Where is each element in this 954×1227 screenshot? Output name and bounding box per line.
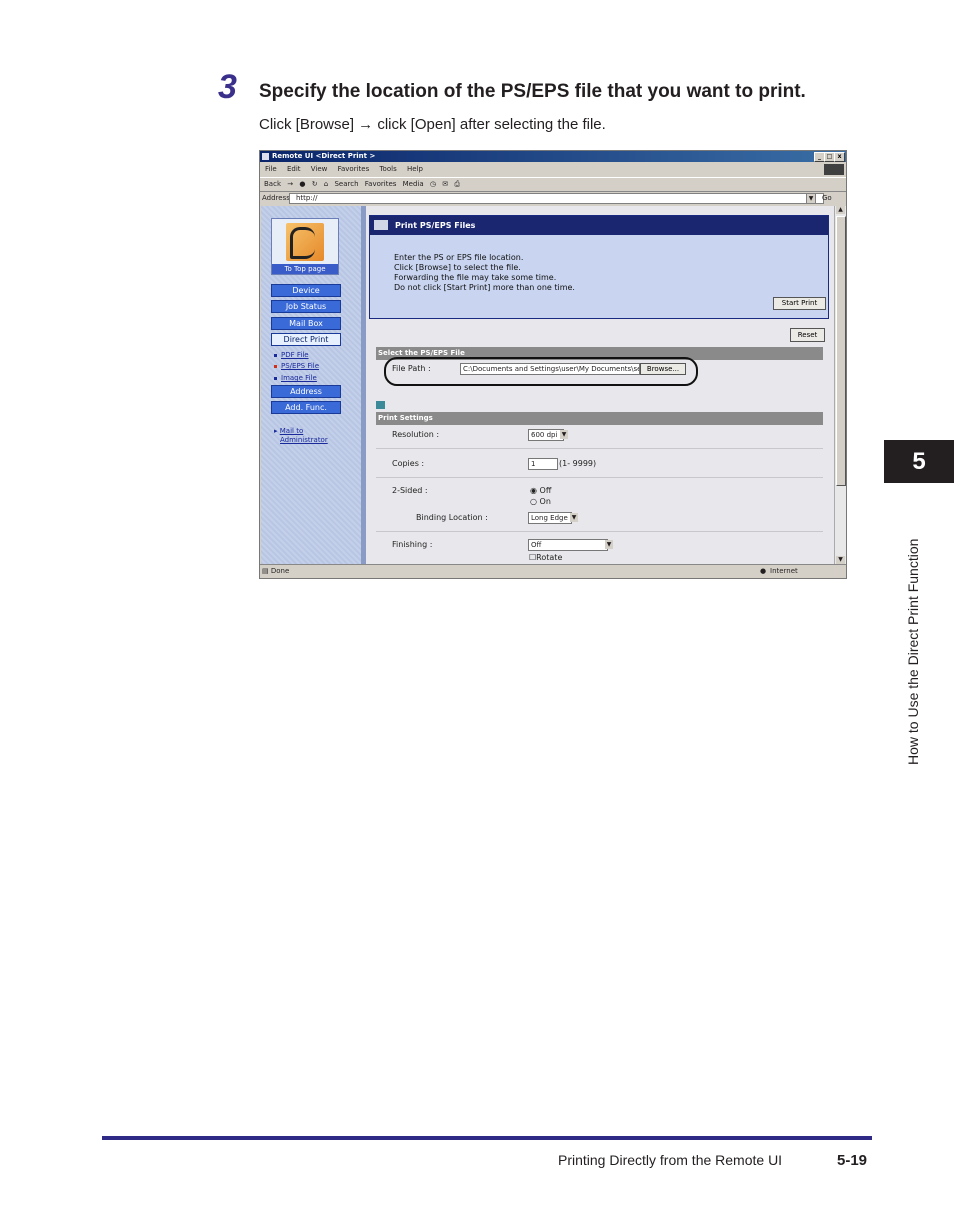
print-panel: Print PS/EPS Files Enter the PS or EPS f…	[369, 215, 829, 319]
radio-off[interactable]: ◉ Off	[530, 486, 551, 495]
page-number: 5-19	[837, 1152, 868, 1169]
finishing-label: Finishing :	[392, 540, 433, 549]
page-icon: ▤	[262, 567, 269, 575]
settings-icon	[376, 401, 385, 409]
chapter-tab: 5	[884, 440, 954, 483]
panel-instructions: Enter the PS or EPS file location. Click…	[394, 253, 575, 292]
address-label: Address	[262, 194, 290, 202]
scroll-thumb[interactable]	[836, 216, 846, 486]
menu-tools[interactable]: Tools	[379, 165, 396, 173]
step-instruction: Click [Browse] → click [Open] after sele…	[259, 116, 606, 133]
chevron-down-icon[interactable]: ▼	[605, 540, 613, 549]
mail-icon[interactable]: ✉	[442, 180, 448, 188]
finishing-select[interactable]: Off	[528, 539, 608, 551]
back-button[interactable]: Back	[264, 180, 281, 188]
print-icon[interactable]: ⎙	[454, 180, 460, 188]
browser-toolbar: Back → ● ↻ ⌂ Search Favorites Media ◷ ✉ …	[260, 177, 846, 192]
window-title: Remote UI <Direct Print >	[272, 152, 376, 160]
status-bar: ▤ Done ● Internet	[260, 564, 846, 578]
go-button[interactable]: Go	[822, 191, 832, 205]
menu-help[interactable]: Help	[407, 165, 423, 173]
top-page-link[interactable]: To Top page	[272, 264, 338, 274]
menu-view[interactable]: View	[311, 165, 328, 173]
reset-button[interactable]: Reset	[790, 328, 825, 342]
highlight-oval	[384, 357, 698, 386]
window-titlebar: Remote UI <Direct Print > _ □ x	[260, 151, 846, 162]
scroll-down-icon[interactable]: ▼	[836, 556, 845, 564]
step-title: Specify the location of the PS/EPS file …	[259, 81, 806, 102]
address-bar: Address http:// ▼ Go	[260, 191, 846, 205]
direct-print-icon	[286, 223, 324, 261]
panel-header: Print PS/EPS Files	[370, 216, 828, 235]
copies-input[interactable]: 1	[528, 458, 558, 470]
top-page-logo[interactable]: To Top page	[271, 218, 339, 275]
binding-location-label: Binding Location :	[416, 513, 488, 522]
home-icon[interactable]: ⌂	[324, 180, 328, 188]
nav-mail-box[interactable]: Mail Box	[271, 317, 341, 330]
refresh-icon[interactable]: ↻	[312, 180, 318, 188]
nav-address[interactable]: Address	[271, 385, 341, 398]
address-input[interactable]: http://	[289, 193, 824, 204]
nav-add-func[interactable]: Add. Func.	[271, 401, 341, 414]
scroll-up-icon[interactable]: ▲	[836, 206, 845, 214]
printer-icon	[374, 220, 388, 230]
forward-button[interactable]: →	[287, 180, 293, 188]
menu-favorites[interactable]: Favorites	[338, 165, 370, 173]
row-divider	[376, 477, 823, 478]
copies-range: (1- 9999)	[559, 459, 597, 468]
sublink-image[interactable]: Image File	[274, 373, 317, 383]
chapter-section-label: How to Use the Direct Print Function	[905, 538, 921, 765]
menu-bar: File Edit View Favorites Tools Help	[260, 163, 846, 175]
search-button[interactable]: Search	[334, 180, 358, 188]
stop-icon[interactable]: ●	[299, 180, 305, 188]
radio-on[interactable]: ○ On	[530, 497, 551, 506]
footer-title: Printing Directly from the Remote UI	[558, 1152, 783, 1168]
browser-screenshot: Remote UI <Direct Print > _ □ x File Edi…	[259, 150, 847, 579]
chevron-down-icon[interactable]: ▼	[570, 513, 578, 522]
start-print-button[interactable]: Start Print	[773, 297, 826, 310]
sublink-ps-eps[interactable]: PS/EPS File	[274, 361, 319, 371]
menu-edit[interactable]: Edit	[287, 165, 301, 173]
address-dropdown-icon[interactable]: ▼	[806, 193, 816, 204]
sublink-pdf[interactable]: PDF File	[274, 350, 309, 360]
close-button[interactable]: x	[834, 152, 845, 162]
row-divider	[376, 531, 823, 532]
zone-text: Internet	[770, 567, 798, 575]
globe-icon: ●	[760, 567, 767, 575]
resolution-label: Resolution :	[392, 430, 440, 439]
menu-file[interactable]: File	[265, 165, 277, 173]
status-text: Done	[270, 567, 290, 575]
binding-location-select[interactable]: Long Edge	[528, 512, 572, 524]
media-button[interactable]: Media	[403, 180, 424, 188]
vertical-scrollbar[interactable]: ▲ ▼	[834, 206, 846, 564]
nav-job-status[interactable]: Job Status	[271, 300, 341, 313]
footer-rule	[102, 1136, 872, 1140]
ie-icon	[262, 153, 269, 160]
row-divider	[376, 448, 823, 449]
rotate-checkbox[interactable]: ☐Rotate	[529, 553, 562, 562]
panel-heading: Print PS/EPS Files	[395, 221, 476, 230]
mail-to-admin-link[interactable]: ▸ Mail to Administrator	[274, 427, 328, 445]
nav-device[interactable]: Device	[271, 284, 341, 297]
windows-logo-icon	[824, 164, 844, 175]
two-sided-label: 2-Sided :	[392, 486, 428, 495]
step-number: 3	[218, 68, 237, 106]
print-settings-section: Print Settings	[376, 412, 823, 425]
resolution-select[interactable]: 600 dpi	[528, 429, 564, 441]
chevron-down-icon[interactable]: ▼	[560, 430, 568, 439]
copies-label: Copies :	[392, 459, 425, 468]
favorites-button[interactable]: Favorites	[365, 180, 397, 188]
history-icon[interactable]: ◷	[430, 180, 436, 188]
nav-direct-print[interactable]: Direct Print	[271, 333, 341, 346]
